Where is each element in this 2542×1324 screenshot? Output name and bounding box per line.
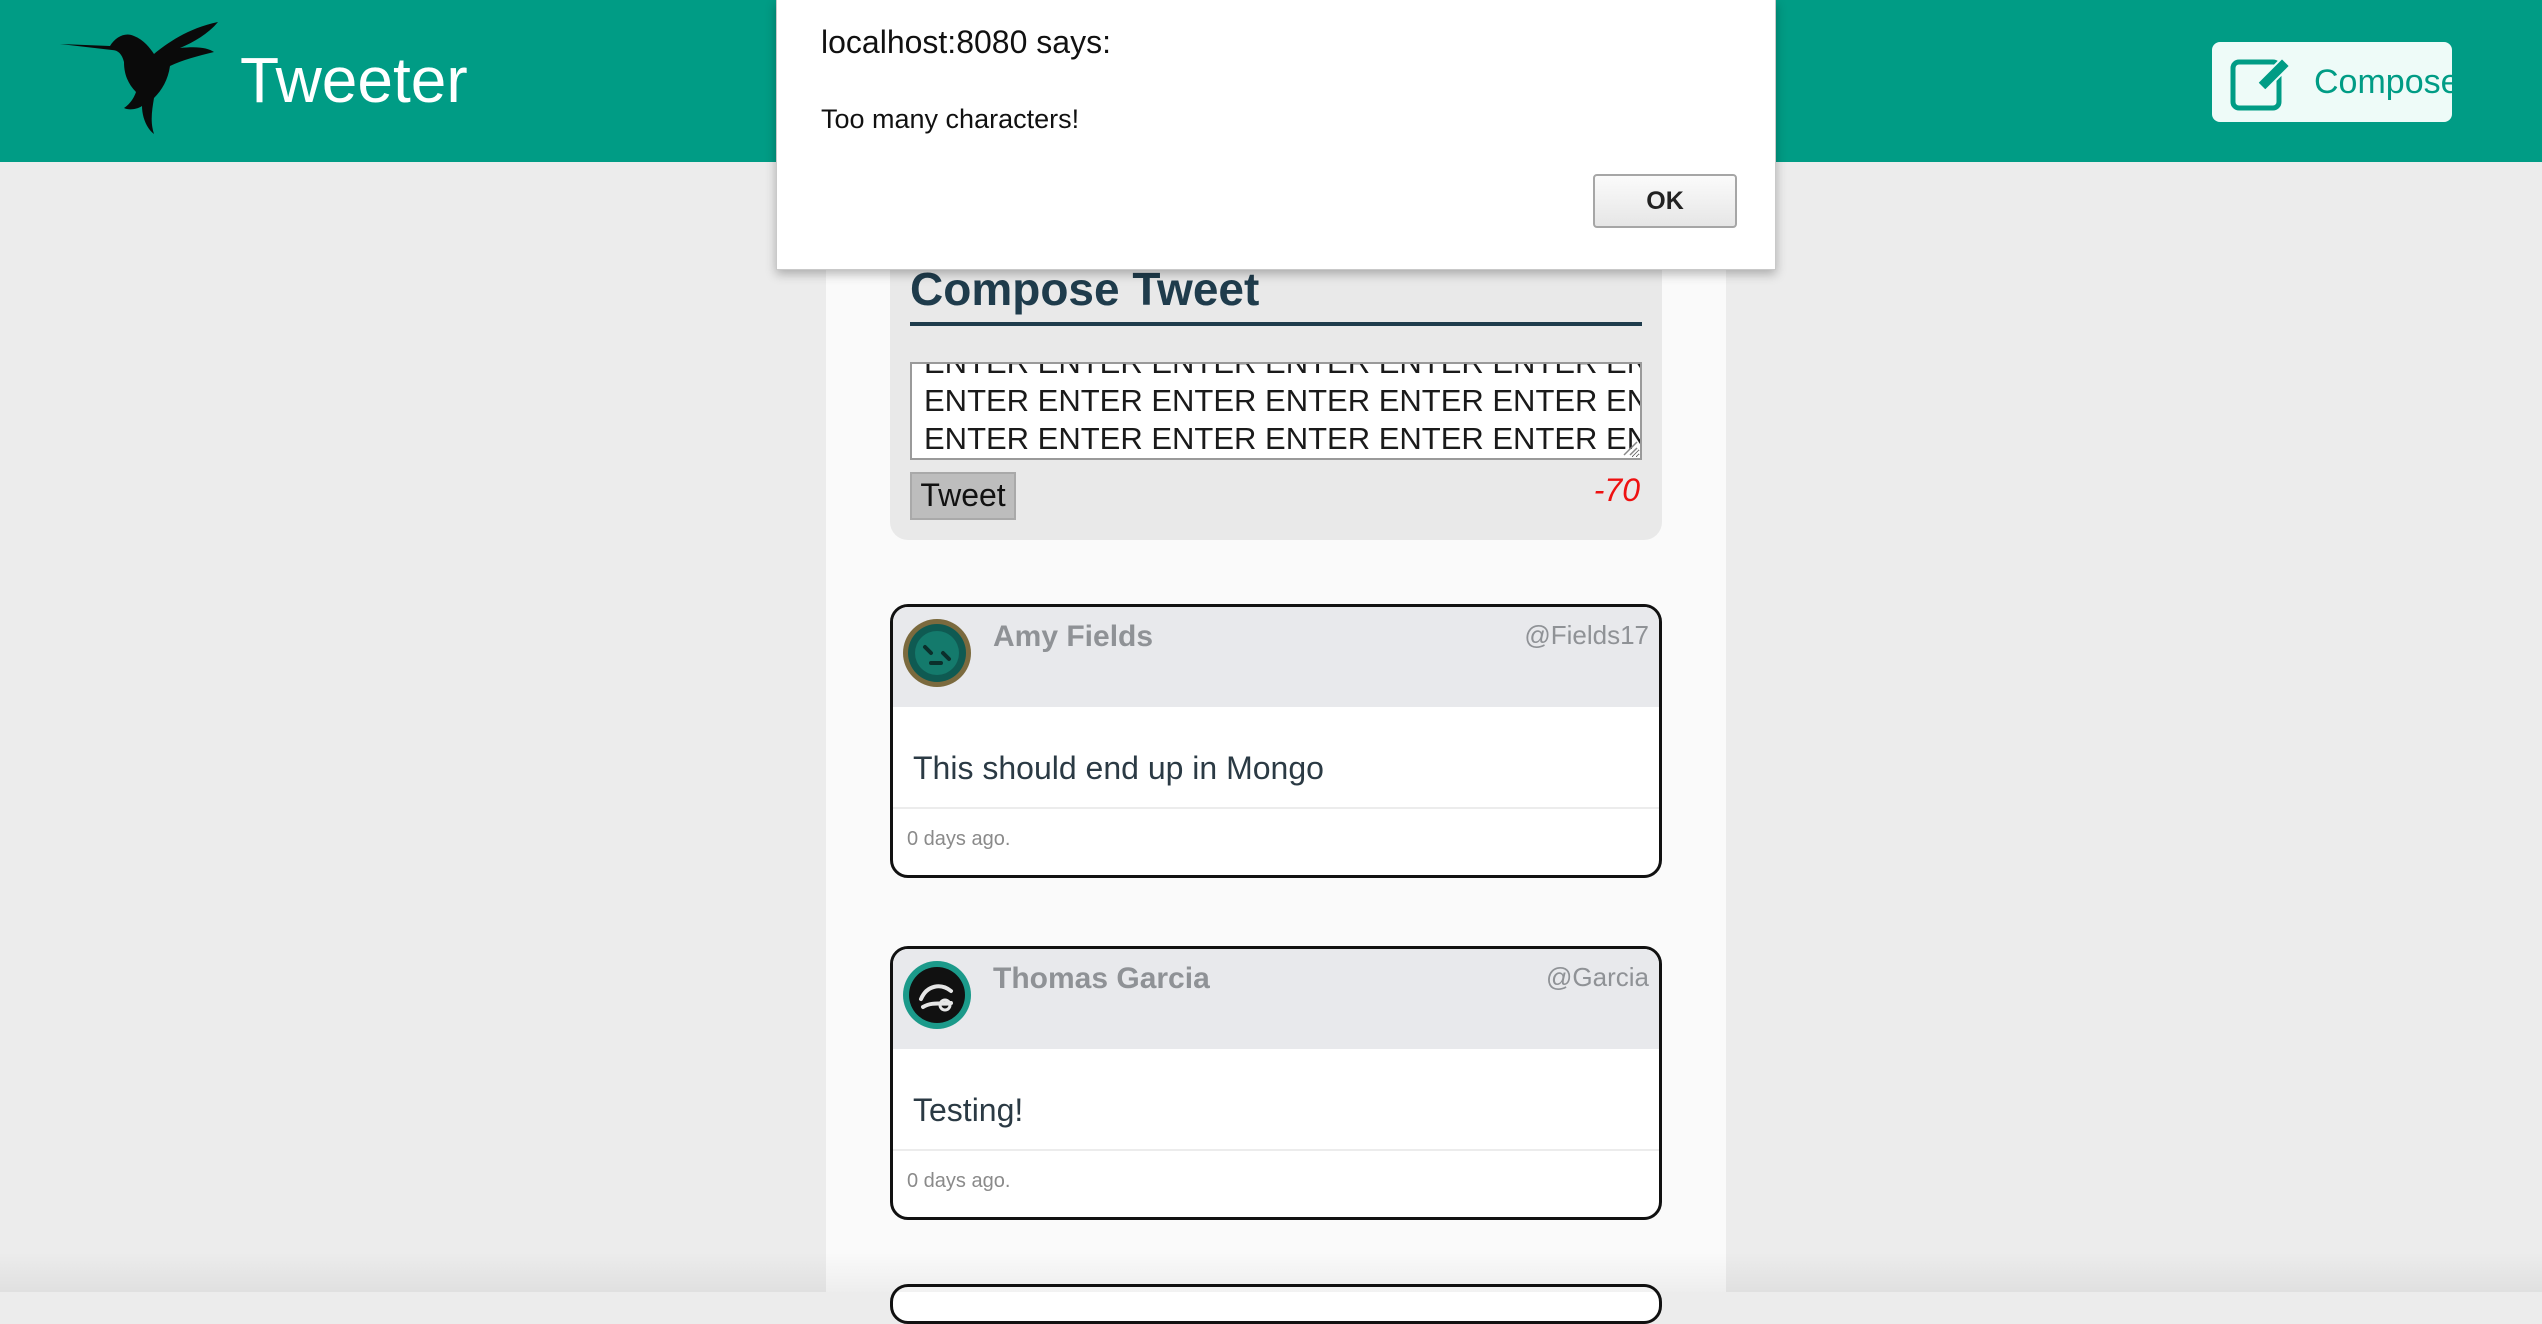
tweet-button[interactable]: Tweet bbox=[910, 472, 1016, 520]
compose-button-label: Compose bbox=[2314, 63, 2460, 101]
tweet-timestamp: 0 days ago. bbox=[907, 1170, 1011, 1192]
tweet-header: Amy Fields @Fields17 bbox=[893, 607, 1659, 707]
alert-dialog: localhost:8080 says: Too many characters… bbox=[776, 0, 1776, 270]
resize-handle-icon[interactable] bbox=[1622, 440, 1638, 456]
tweet-author-handle: @Fields17 bbox=[1524, 620, 1649, 650]
tweet-divider bbox=[893, 807, 1659, 809]
avatar bbox=[903, 619, 971, 687]
app-title: Tweeter bbox=[240, 44, 468, 116]
tweet-textarea[interactable]: ENTER ENTER ENTER ENTER ENTER ENTER ENTE… bbox=[910, 362, 1642, 460]
tweet-timestamp: 0 days ago. bbox=[907, 828, 1011, 850]
tweet-card: Amy Fields @Fields17 This should end up … bbox=[890, 604, 1662, 878]
ok-button[interactable]: OK bbox=[1593, 174, 1737, 228]
tweet-author-name: Thomas Garcia bbox=[993, 962, 1210, 995]
tweet-card: Thomas Garcia @Garcia Testing! 0 days ag… bbox=[890, 946, 1662, 1220]
edit-icon bbox=[2230, 56, 2292, 111]
window-bottom-shadow bbox=[0, 1252, 2542, 1292]
avatar bbox=[903, 961, 971, 1029]
alert-title: localhost:8080 says: bbox=[821, 24, 1111, 60]
tweet-header: Thomas Garcia @Garcia bbox=[893, 949, 1659, 1049]
tweet-textarea-text: ENTER ENTER ENTER ENTER ENTER ENTER ENTE… bbox=[924, 362, 1642, 456]
tweet-text: Testing! bbox=[913, 1092, 1024, 1128]
char-counter: -70 bbox=[1593, 472, 1640, 508]
tweet-author-name: Amy Fields bbox=[993, 620, 1154, 653]
alert-message: Too many characters! bbox=[821, 104, 1080, 134]
tweet-author-handle: @Garcia bbox=[1546, 962, 1649, 992]
tweet-divider bbox=[893, 1149, 1659, 1151]
tweet-text: This should end up in Mongo bbox=[913, 750, 1324, 786]
hummingbird-icon bbox=[60, 22, 218, 134]
compose-button[interactable]: Compose bbox=[2212, 42, 2460, 122]
